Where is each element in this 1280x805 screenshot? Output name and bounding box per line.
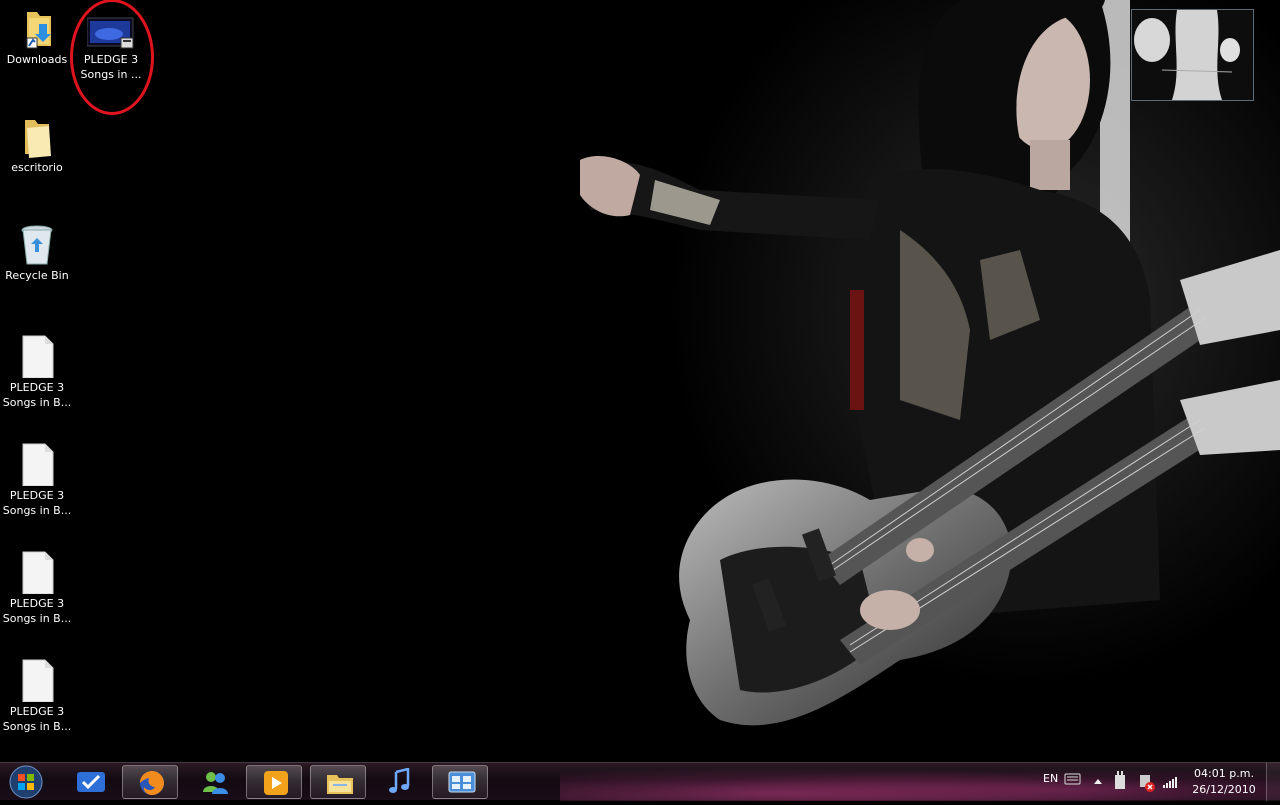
blank-file-icon [17,334,57,379]
desktop-icon-pledge-file-1[interactable]: PLEDGE 3 Songs in B... [1,334,73,410]
desktop-icon-label: PLEDGE 3 Songs in B... [2,705,72,733]
desktop-icon-label: PLEDGE 3 Songs in ... [80,53,142,81]
media-player-icon [264,771,288,795]
folder-explorer-icon [327,775,353,794]
signal-strength-icon[interactable] [1162,763,1178,801]
folder-icon [17,114,57,158]
windows-orb-icon [9,765,43,799]
taskbar-app-checkmark[interactable] [62,765,118,799]
desktop-icon-label: PLEDGE 3 Songs in B... [2,489,72,517]
taskbar-app-firefox[interactable] [122,765,178,799]
clock-time: 04:01 p.m. [1194,767,1254,780]
desktop-icon-recycle-bin[interactable]: Recycle Bin [1,222,73,283]
desktop-wallpaper [0,0,1280,762]
taskbar-app-explorer[interactable] [310,765,366,799]
messenger-icon [203,772,228,794]
blank-file-icon [17,442,57,487]
keyboard-icon[interactable] [1064,763,1082,801]
desktop-icon-pledge-file-3[interactable]: PLEDGE 3 Songs in B... [1,550,73,626]
video-file-icon [86,14,135,50]
taskbar-app-control-panel[interactable] [432,765,488,799]
power-icon[interactable] [1112,763,1128,801]
control-panel-icon [448,771,476,793]
show-desktop-button[interactable] [1266,763,1280,801]
desktop-icon-label: PLEDGE 3 Songs in B... [2,597,72,625]
blank-file-icon [17,550,57,595]
language-indicator[interactable]: EN [1043,772,1058,785]
music-note-icon [389,768,410,793]
desktop-icon-pledge-video[interactable]: PLEDGE 3 Songs in ... [75,14,147,82]
taskbar-app-media-player[interactable] [246,765,302,799]
desktop-icon-label: Recycle Bin [5,269,69,282]
network-disconnected-icon[interactable] [1138,763,1156,801]
desktop-icon-label: PLEDGE 3 Songs in B... [2,381,72,409]
firefox-icon [140,771,164,795]
gadget-photo [1132,10,1253,100]
taskbar: EN 04:01 p.m. 26/12/2010 [0,762,1280,801]
desktop-icon-escritorio[interactable]: escritorio [1,114,73,175]
checkmark-app-icon [77,772,105,792]
start-button[interactable] [6,764,46,800]
blank-file-icon [17,658,57,703]
recycle-bin-icon [17,222,57,266]
wallpaper-illustration [560,0,1280,762]
desktop-icon-pledge-file-4[interactable]: PLEDGE 3 Songs in B... [1,658,73,734]
taskbar-app-music[interactable] [370,765,426,799]
taskbar-app-messenger[interactable] [186,765,242,799]
desktop-icon-label: Downloads [6,53,68,66]
desktop-icon-label: escritorio [11,161,63,174]
desktop-icon-downloads[interactable]: Downloads [1,6,73,67]
system-clock[interactable]: 04:01 p.m. 26/12/2010 [1180,766,1268,798]
downloads-folder-shortcut-icon [17,6,57,50]
slideshow-gadget[interactable] [1131,9,1254,101]
desktop-icon-pledge-file-2[interactable]: PLEDGE 3 Songs in B... [1,442,73,518]
show-hidden-icons-arrow-icon[interactable] [1092,763,1104,801]
clock-date: 26/12/2010 [1192,783,1256,796]
